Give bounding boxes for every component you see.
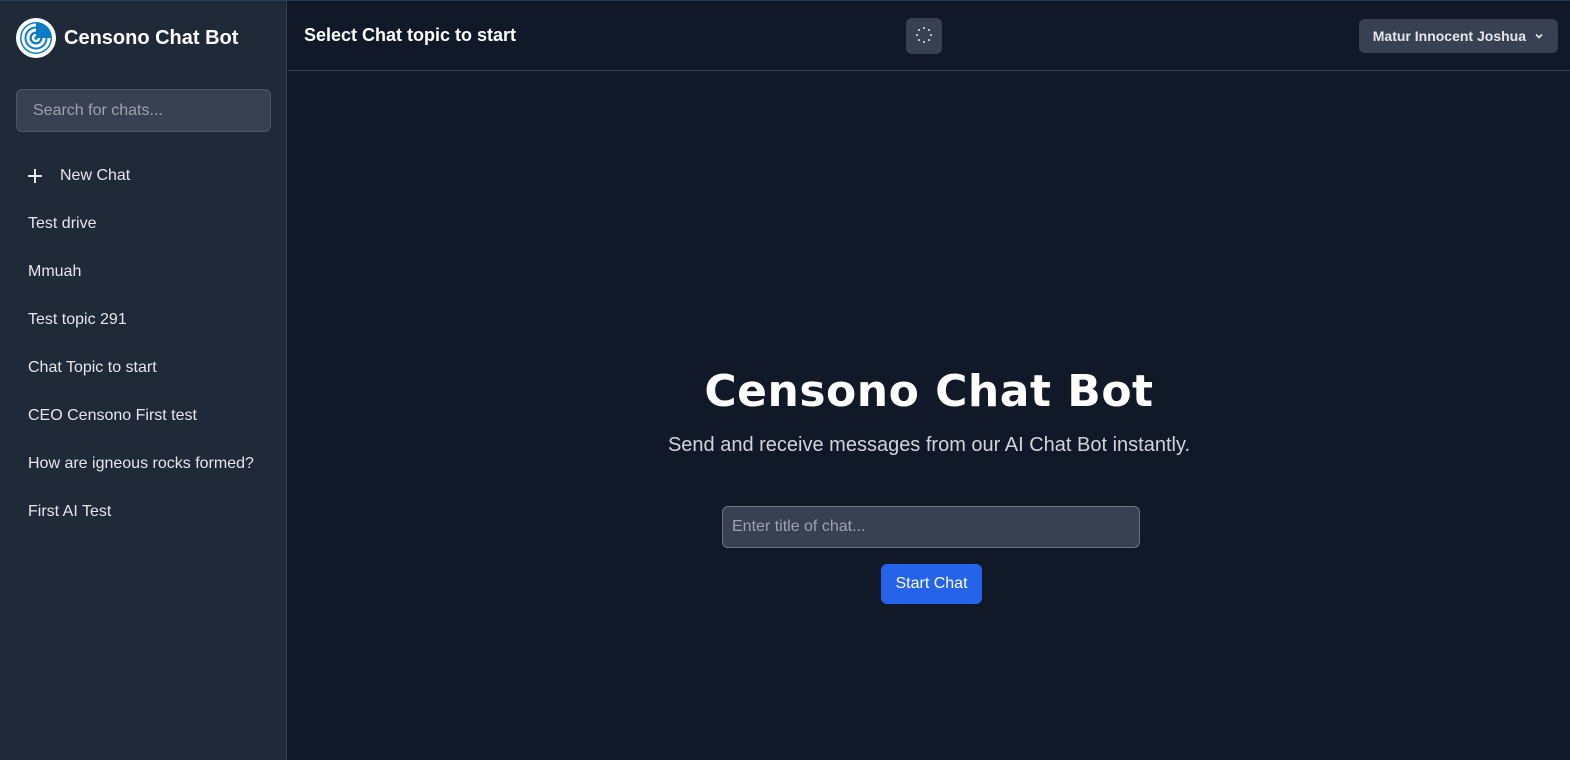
chat-title-input[interactable] <box>722 506 1140 548</box>
top-header: Select Chat topic to start Matur Innocen… <box>288 1 1570 71</box>
chat-topic-item[interactable]: How are igneous rocks formed? <box>28 451 278 499</box>
brand-name: Censono Chat Bot <box>64 26 239 49</box>
chat-topic-list: Test drive Mmuah Test topic 291 Chat Top… <box>28 211 278 547</box>
new-chat-button[interactable]: New Chat <box>28 163 130 189</box>
chevron-down-icon <box>1534 31 1544 41</box>
user-name: Matur Innocent Joshua <box>1372 28 1526 44</box>
chat-topic-item[interactable]: Test drive <box>28 211 278 259</box>
start-chat-button[interactable]: Start Chat <box>881 564 982 604</box>
new-chat-label: New Chat <box>60 167 131 184</box>
user-menu-button[interactable]: Matur Innocent Joshua <box>1358 19 1558 53</box>
sidebar: Censono Chat Bot New Chat Test drive Mmu… <box>0 1 287 760</box>
chat-topic-item[interactable]: CEO Censono First test <box>28 403 278 451</box>
hero-title: Censono Chat Bot <box>704 366 1154 417</box>
plus-icon <box>28 169 42 183</box>
chat-topic-item[interactable]: Test topic 291 <box>28 307 278 355</box>
sun-icon <box>915 26 933 47</box>
page-title: Select Chat topic to start <box>304 25 517 45</box>
brand[interactable]: Censono Chat Bot <box>16 17 238 59</box>
hero-subtitle: Send and receive messages from our AI Ch… <box>667 434 1191 456</box>
search-input[interactable] <box>16 89 271 132</box>
chat-topic-item[interactable]: First AI Test <box>28 499 278 547</box>
chat-topic-item[interactable]: Chat Topic to start <box>28 355 278 403</box>
app-window: Censono Chat Bot New Chat Test drive Mmu… <box>0 0 1570 760</box>
theme-toggle-button[interactable] <box>906 18 942 54</box>
censono-logo-icon <box>16 18 56 58</box>
chat-topic-item[interactable]: Mmuah <box>28 259 278 307</box>
